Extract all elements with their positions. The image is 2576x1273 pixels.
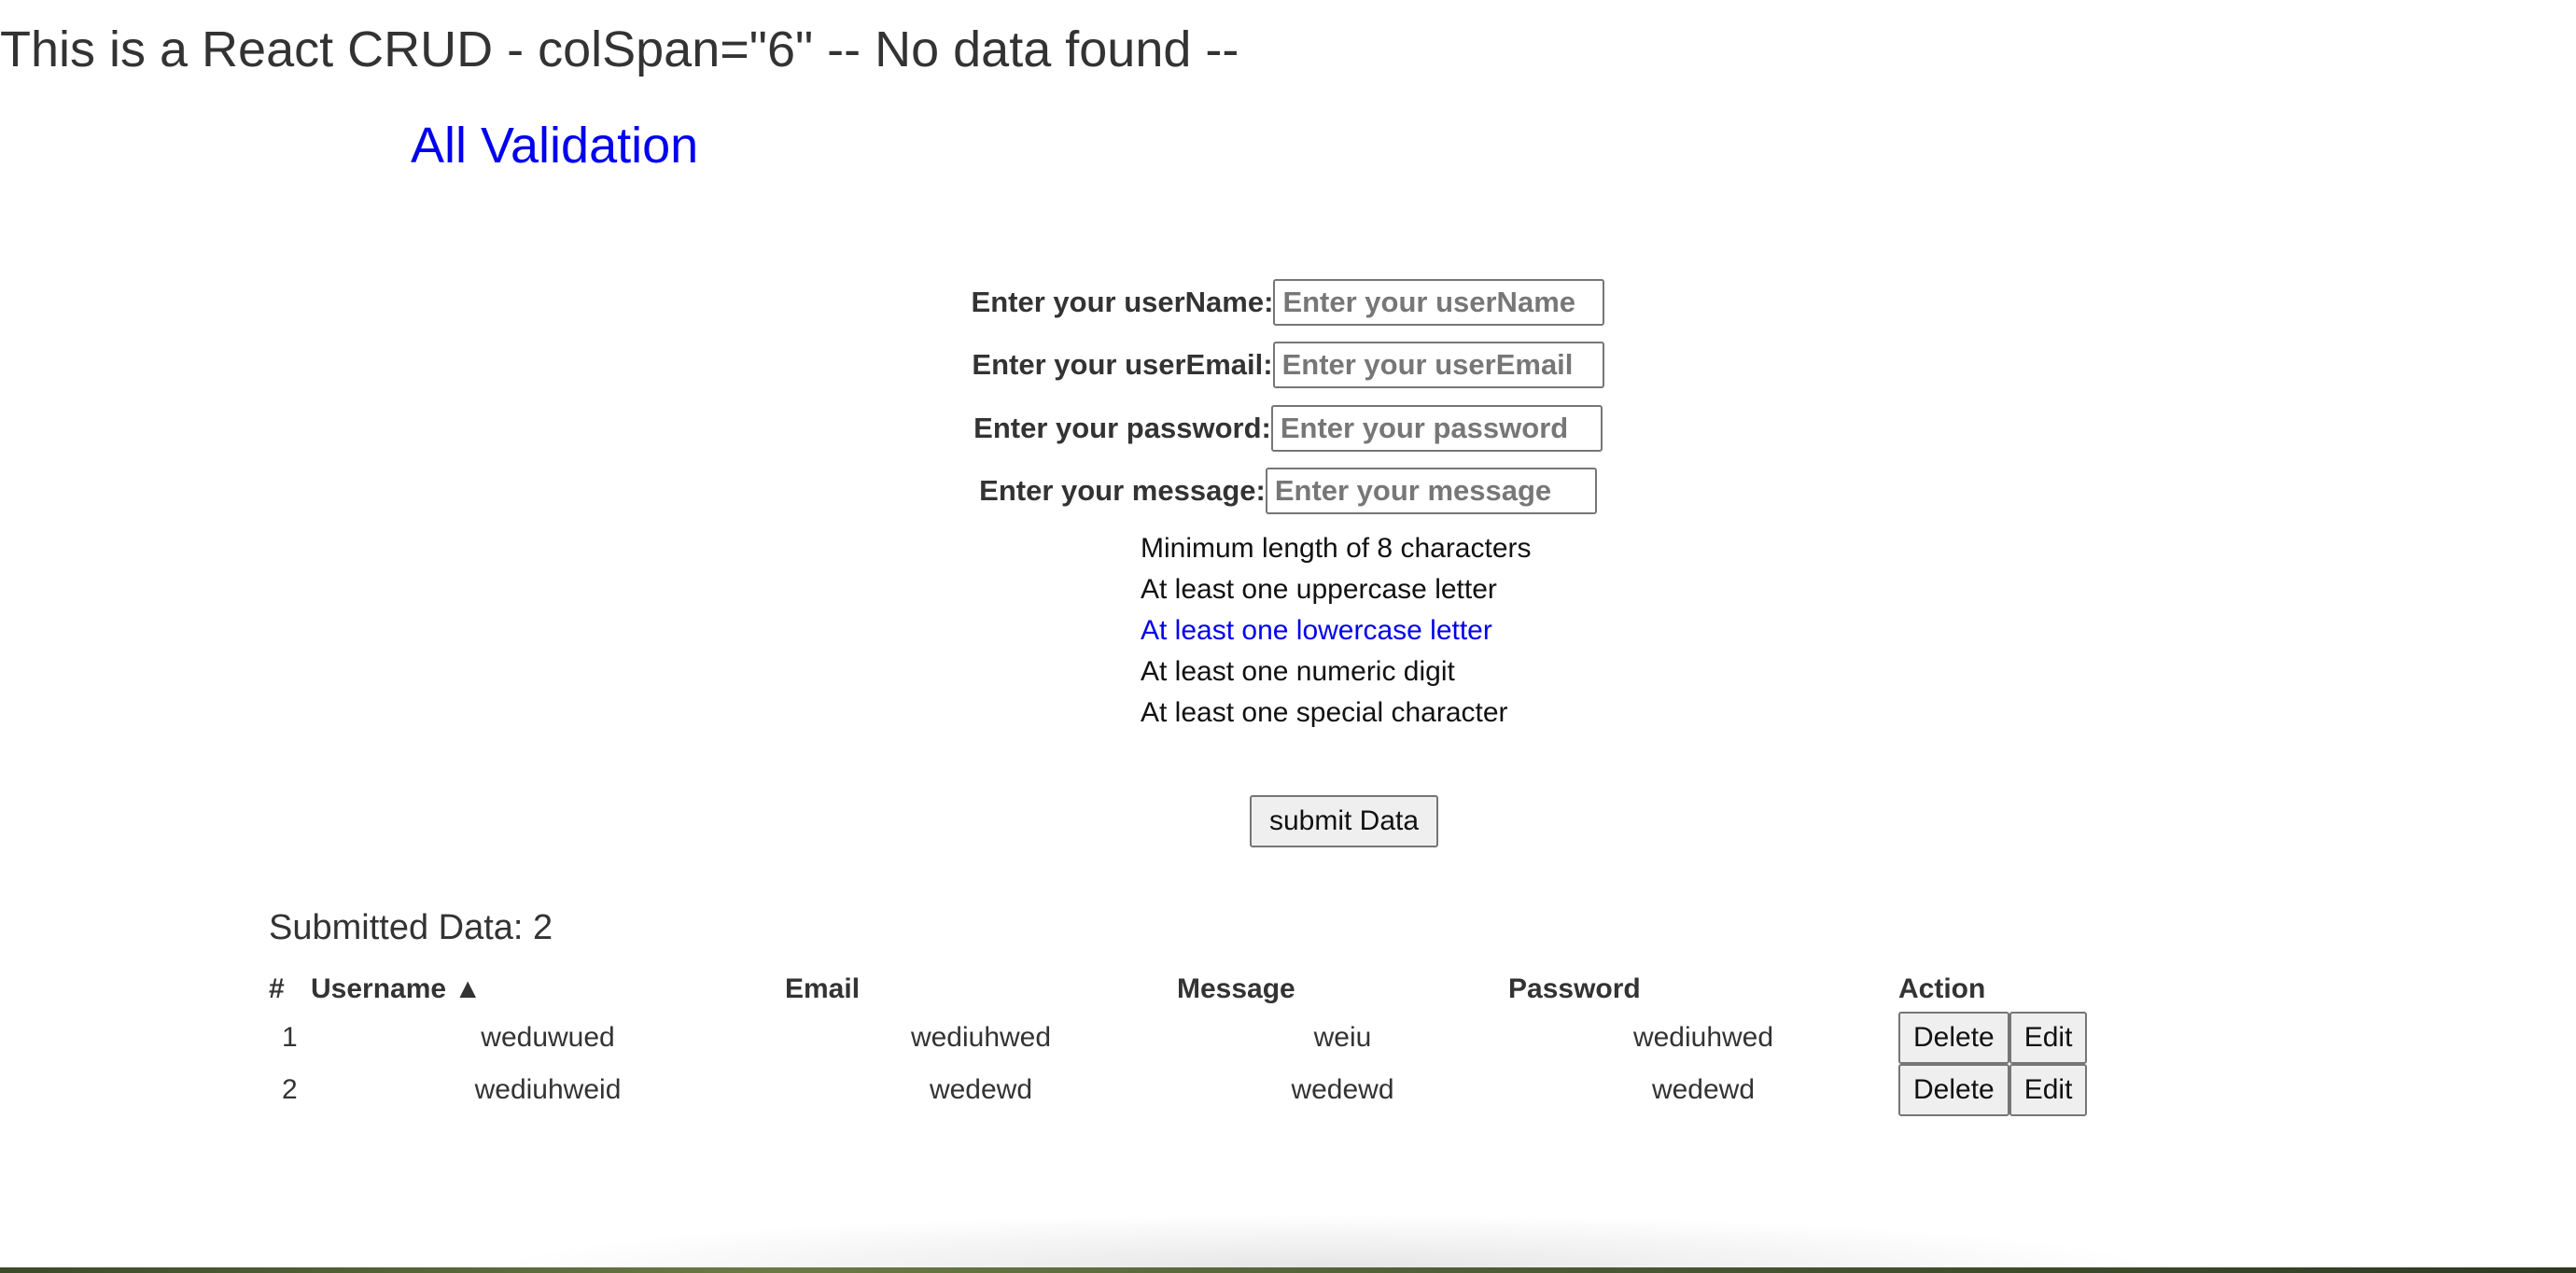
rule-min-length: Minimum length of 8 characters [1141, 533, 1532, 564]
delete-button[interactable]: Delete [1898, 1012, 2009, 1064]
message-row: Enter your message: [0, 463, 2576, 519]
row-username: wediuhweid [474, 1074, 622, 1105]
rule-numeric: At least one numeric digit [1141, 656, 1455, 687]
row-username: weduwued [481, 1022, 615, 1053]
desktop-background-strip [0, 1267, 2576, 1273]
useremail-label: Enter your userEmail: [972, 348, 1273, 381]
password-label: Enter your password: [973, 412, 1271, 444]
message-input[interactable] [1265, 468, 1597, 514]
rule-lowercase: At least one lowercase letter [1141, 615, 1492, 646]
table-row: 1 weduwued wediuhwed weiu wediuhwed Dele… [269, 1012, 2257, 1064]
submitted-data-heading: Submitted Data: 2 [269, 908, 553, 947]
submit-button[interactable]: submit Data [1250, 795, 1438, 847]
table-row: 2 wediuhweid wedewd wedewd wedewd Delete… [269, 1064, 2257, 1116]
column-header-index: # [269, 973, 285, 1004]
message-label: Enter your message: [979, 474, 1266, 507]
column-header-password: Password [1508, 973, 1641, 1004]
submitted-data-table: # Username ▲ Email Message Password Acti… [269, 971, 2257, 1116]
rule-special: At least one special character [1141, 697, 1508, 728]
row-password: wediuhwed [1632, 1022, 1774, 1053]
useremail-row: Enter your userEmail: [0, 337, 2576, 393]
row-message: weiu [1313, 1022, 1372, 1053]
username-label: Enter your userName: [971, 286, 1274, 318]
edit-button[interactable]: Edit [2009, 1064, 2088, 1116]
column-header-username[interactable]: Username ▲ [311, 971, 785, 1012]
row-index: 1 [282, 1022, 298, 1053]
row-actions: Delete Edit [1898, 1012, 2257, 1064]
username-row: Enter your userName: [0, 274, 2576, 330]
section-title: All Validation [411, 118, 699, 174]
edit-button[interactable]: Edit [2009, 1012, 2088, 1064]
useremail-input[interactable] [1272, 342, 1604, 388]
delete-button[interactable]: Delete [1898, 1064, 2009, 1116]
password-row: Enter your password: [0, 400, 2576, 456]
row-email: wediuhwed [910, 1022, 1052, 1053]
column-header-action: Action [1898, 973, 1986, 1004]
password-rules-list: Minimum length of 8 characters At least … [1141, 528, 1532, 734]
row-index: 2 [282, 1074, 298, 1105]
row-email: wedewd [929, 1074, 1033, 1105]
column-header-email: Email [785, 973, 861, 1004]
app-page: This is a React CRUD - colSpan="6" -- No… [0, 0, 2576, 1273]
username-input[interactable] [1273, 279, 1605, 326]
page-title: This is a React CRUD - colSpan="6" -- No… [0, 21, 1239, 77]
row-password: wedewd [1651, 1074, 1756, 1105]
column-header-message: Message [1177, 973, 1295, 1004]
bottom-shadow [485, 1213, 2165, 1269]
row-message: wedewd [1291, 1074, 1394, 1105]
table-header-row: # Username ▲ Email Message Password Acti… [269, 971, 2257, 1012]
password-input[interactable] [1270, 405, 1603, 452]
row-actions: Delete Edit [1898, 1064, 2257, 1116]
rule-uppercase: At least one uppercase letter [1141, 574, 1497, 605]
